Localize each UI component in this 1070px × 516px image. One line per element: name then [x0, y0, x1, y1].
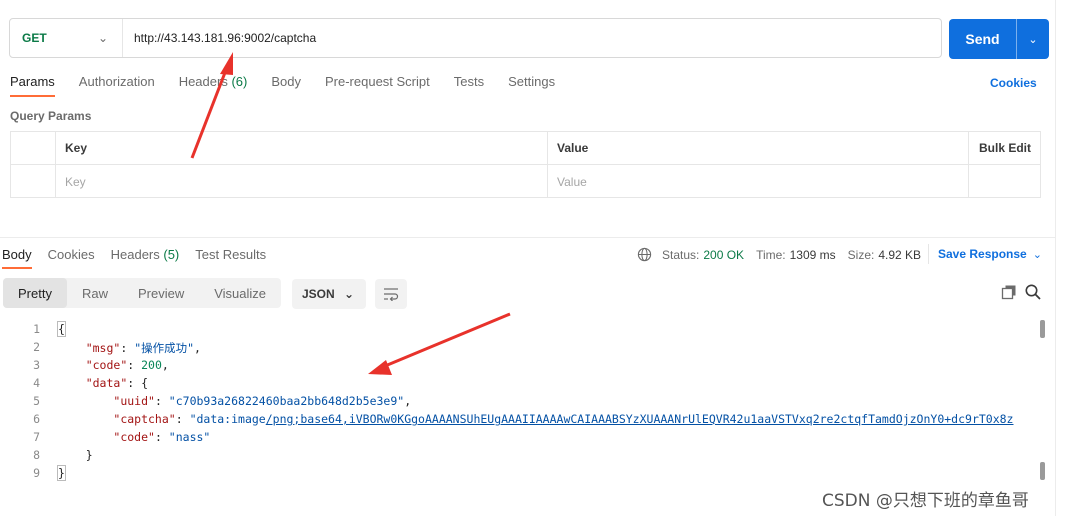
line-number: 9 [33, 466, 40, 480]
chevron-down-icon: ⌄ [1032, 249, 1042, 261]
vertical-scrollbar-bottom[interactable] [1040, 462, 1045, 480]
send-button-group: Send ⌄ [949, 19, 1049, 59]
search-icon[interactable] [1024, 283, 1042, 301]
json-key: "msg" [85, 341, 121, 355]
tab-authorization[interactable]: Authorization [79, 74, 155, 97]
format-type-label: JSON [302, 287, 335, 301]
json-string: "nass" [168, 430, 211, 444]
bulk-edit-button[interactable]: Bulk Edit [969, 132, 1040, 164]
pane-divider[interactable] [0, 237, 1055, 238]
captcha-data-link[interactable]: /png;base64,iVBORw0KGgoAAAANSUhEUgAAAIIA… [266, 412, 1014, 426]
time-label: Time: [756, 247, 786, 262]
copy-icon[interactable] [1001, 284, 1017, 300]
line-number: 1 [33, 322, 40, 336]
query-params-table: Key Value Bulk Edit Key Value [10, 131, 1041, 198]
tab-body[interactable]: Body [271, 74, 301, 97]
code-line: "code": 200, [85, 358, 169, 372]
watermark: CSDN @只想下班的章鱼哥 [822, 491, 1029, 511]
size-label: Size: [847, 247, 875, 262]
code-line: "uuid": "c70b93a26822460baa2bb648d2b5e3e… [113, 394, 412, 408]
query-params-title: Query Params [10, 109, 92, 123]
row-checkbox[interactable] [11, 165, 56, 198]
key-input[interactable]: Key [56, 165, 548, 198]
code-line: } [57, 465, 66, 481]
table-row: Key Value [11, 165, 1040, 198]
code-line: { [57, 321, 66, 337]
checkbox-column-header [11, 132, 56, 164]
tab-params[interactable]: Params [10, 74, 55, 97]
value-input[interactable]: Value [548, 165, 969, 198]
json-key: "code" [113, 430, 155, 444]
headers-count: (6) [231, 74, 248, 89]
chevron-down-icon: ⌄ [97, 31, 108, 45]
code-line: "code": "nass" [113, 430, 211, 444]
json-string: "操作成功" [134, 341, 195, 355]
response-status-bar: Status: 200 OK Time: 1309 ms Size: 4.92 … [637, 247, 933, 262]
method-label: GET [22, 31, 47, 45]
line-number: 7 [33, 430, 40, 444]
format-type-select[interactable]: JSON ⌄ [292, 279, 366, 309]
code-line: "captcha": "data:image/png;base64,iVBORw… [113, 412, 1014, 426]
key-column-header: Key [56, 132, 548, 164]
status-label: Status: [662, 247, 700, 262]
time-value[interactable]: 1309 ms [790, 248, 836, 262]
response-body-code[interactable]: 1 2 3 4 5 6 7 8 9 { "msg": "操作成功", "code… [0, 320, 1050, 490]
line-number: 4 [33, 376, 40, 390]
request-tabs: Params Authorization Headers (6) Body Pr… [10, 74, 579, 97]
response-headers-count: (5) [163, 247, 180, 262]
line-number: 3 [33, 358, 40, 372]
response-tabs: Body Cookies Headers (5) Test Results [2, 247, 282, 269]
body-format-tabs: Pretty Raw Preview Visualize [3, 278, 282, 308]
close-brace: } [57, 465, 66, 481]
send-button[interactable]: Send [949, 19, 1017, 59]
json-key: "data" [85, 376, 128, 390]
line-number: 2 [33, 340, 40, 354]
wrap-lines-button[interactable] [375, 279, 407, 309]
tab-response-headers[interactable]: Headers (5) [111, 247, 180, 269]
json-key: "code" [85, 358, 128, 372]
save-response-button[interactable]: Save Response ⌄ [938, 247, 1042, 261]
tab-pretty[interactable]: Pretty [3, 278, 67, 308]
send-options-chevron-icon[interactable]: ⌄ [1017, 19, 1049, 59]
chevron-down-icon: ⌄ [343, 287, 354, 301]
tab-headers[interactable]: Headers (6) [179, 74, 248, 97]
json-string: "c70b93a26822460baa2bb648d2b5e3e9" [168, 394, 405, 408]
value-column-header: Value [548, 132, 969, 164]
url-input[interactable]: http://43.143.181.96:9002/captcha [123, 31, 316, 45]
description-cell[interactable] [969, 165, 1040, 198]
method-select[interactable]: GET ⌄ [10, 19, 123, 57]
json-key: "uuid" [113, 394, 155, 408]
open-brace: { [57, 321, 66, 337]
json-string: "data:image [189, 412, 266, 426]
code-line: "data": { [85, 376, 149, 390]
code-line: "msg": "操作成功", [85, 341, 201, 355]
table-header-row: Key Value Bulk Edit [11, 132, 1040, 165]
code-line: } [58, 448, 93, 462]
size-value[interactable]: 4.92 KB [878, 248, 921, 262]
tab-response-body[interactable]: Body [2, 247, 32, 269]
tab-settings[interactable]: Settings [508, 74, 555, 97]
tab-preview[interactable]: Preview [123, 278, 199, 308]
tab-response-cookies[interactable]: Cookies [48, 247, 95, 269]
json-number: 200 [141, 358, 162, 372]
globe-icon[interactable] [637, 247, 652, 262]
status-separator [928, 244, 929, 264]
json-key: "captcha" [113, 412, 176, 426]
vertical-scrollbar-top[interactable] [1040, 320, 1045, 338]
right-pane-border [1055, 0, 1056, 516]
wrap-lines-icon [384, 288, 399, 301]
tab-pre-request-script[interactable]: Pre-request Script [325, 74, 430, 97]
cookies-link[interactable]: Cookies [990, 76, 1037, 90]
url-bar: GET ⌄ http://43.143.181.96:9002/captcha [9, 18, 942, 58]
line-number: 6 [33, 412, 40, 426]
tab-raw[interactable]: Raw [67, 278, 123, 308]
line-number: 5 [33, 394, 40, 408]
status-value[interactable]: 200 OK [703, 248, 744, 262]
tab-tests[interactable]: Tests [454, 74, 484, 97]
tab-visualize[interactable]: Visualize [199, 278, 281, 308]
line-number: 8 [33, 448, 40, 462]
tab-test-results[interactable]: Test Results [195, 247, 266, 269]
